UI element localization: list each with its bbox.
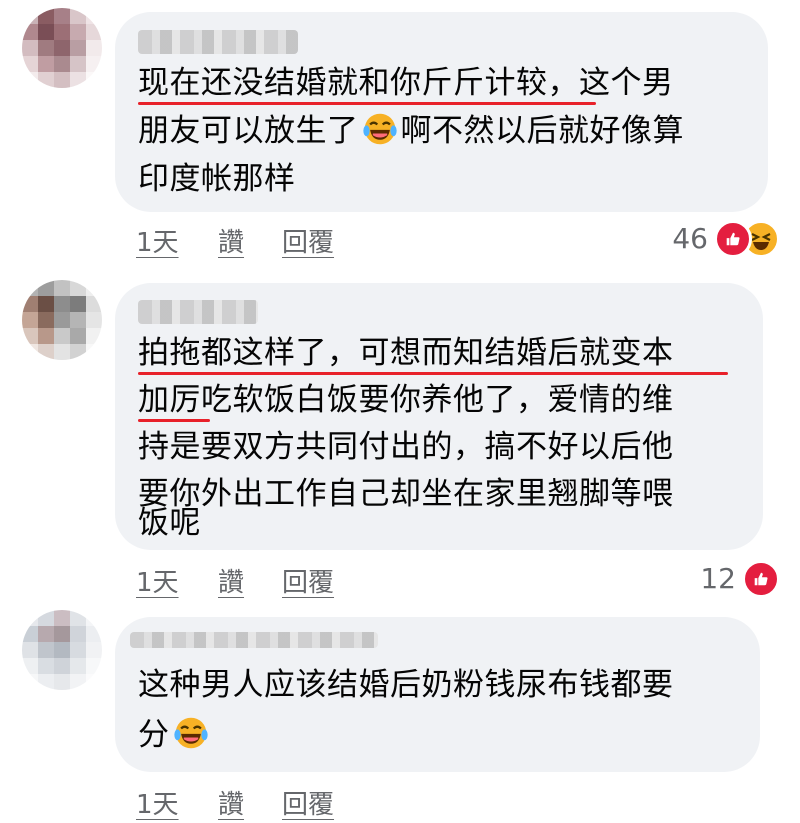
- comment-text-line: 持是要双方共同付出的，搞不好以后他: [138, 429, 674, 465]
- reaction-count[interactable]: 12: [690, 562, 736, 595]
- comment-text-line: 这种男人应该结婚后奶粉钱尿布钱都要: [138, 667, 674, 703]
- comment-text-line: 分: [138, 712, 212, 759]
- comment-text-line: 朋友可以放生了 啊不然以后就好像算: [138, 108, 684, 155]
- highlight-underline: [138, 419, 210, 422]
- highlight-underline: [138, 372, 728, 375]
- like-button[interactable]: 讚: [218, 222, 244, 259]
- timestamp-link[interactable]: 1天: [136, 222, 179, 259]
- avatar[interactable]: [22, 8, 102, 88]
- timestamp-link[interactable]: 1天: [136, 562, 179, 599]
- timestamp-link[interactable]: 1天: [136, 784, 179, 821]
- reply-button[interactable]: 回覆: [282, 784, 334, 821]
- commenter-name[interactable]: [138, 300, 258, 324]
- commenter-name[interactable]: [138, 30, 298, 54]
- highlight-underline: [138, 102, 596, 105]
- comment-text-segment: 啊不然以后就好像算: [400, 113, 684, 149]
- reply-button[interactable]: 回覆: [282, 222, 334, 259]
- reply-button[interactable]: 回覆: [282, 562, 334, 599]
- comment-text-line: 要你外出工作自己却坐在家里翘脚等喂: [138, 476, 674, 512]
- avatar[interactable]: [22, 280, 102, 360]
- comment-text-segment: 朋友可以放生了: [138, 113, 359, 149]
- comment-text-line: 加厉吃软饭白饭要你养他了，爱情的维: [138, 382, 674, 418]
- comment-text-line: 现在还没结婚就和你斤斤计较，这个男: [138, 65, 674, 101]
- laughing-tears-icon: [362, 113, 397, 145]
- like-button[interactable]: 讚: [218, 784, 244, 821]
- avatar[interactable]: [22, 610, 102, 690]
- comment-text-line-last: 饭呢: [138, 505, 201, 541]
- commenter-name[interactable]: [130, 632, 378, 648]
- like-icon[interactable]: [742, 560, 780, 598]
- reaction-count[interactable]: 46: [650, 222, 708, 255]
- comment-text-line: 印度帐那样: [138, 161, 296, 197]
- like-icon[interactable]: [714, 220, 752, 258]
- comment-text-segment: 分: [138, 717, 170, 753]
- comment-text-line: 拍拖都这样了，可想而知结婚后就变本: [138, 335, 674, 371]
- laughing-tears-icon: [173, 717, 208, 749]
- like-button[interactable]: 讚: [218, 562, 244, 599]
